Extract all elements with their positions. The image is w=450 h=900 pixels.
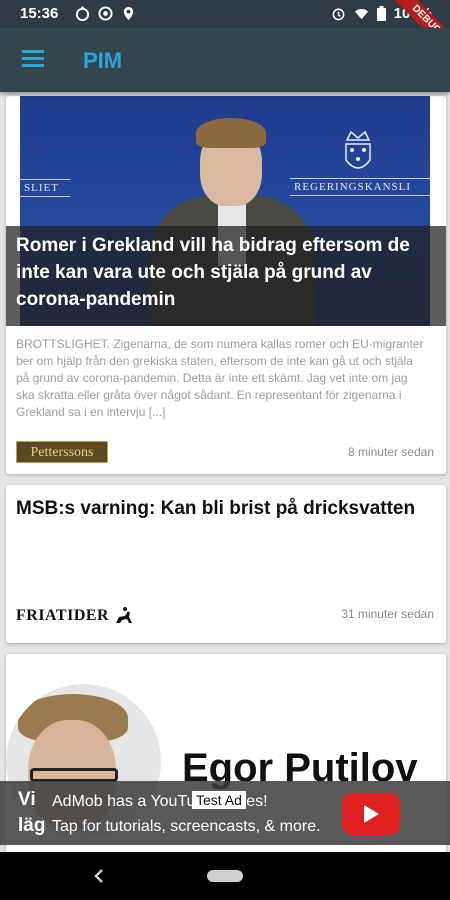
sync-icon xyxy=(98,6,113,21)
home-pill-icon[interactable] xyxy=(207,870,243,882)
article-excerpt: BROTTSLIGHET. Zigenarna, de som numera k… xyxy=(16,337,424,419)
status-icons-left xyxy=(75,6,136,21)
backdrop-text-right: REGERINGSKANSLI xyxy=(290,178,430,196)
status-bar: 15:36 100% DEBUG xyxy=(0,0,450,62)
back-chevron-icon[interactable] xyxy=(92,866,106,886)
status-time: 15:36 xyxy=(20,5,59,22)
alarm-icon xyxy=(332,8,345,21)
wifi-icon xyxy=(354,8,368,20)
news-feed[interactable]: SLIET REGERINGSKANSLI Romer i Grekland v… xyxy=(0,92,450,852)
youtube-play-icon xyxy=(364,805,379,823)
article-title[interactable]: MSB:s varning: Kan bli brist på dricksva… xyxy=(16,495,426,522)
backdrop-text-left: SLIET xyxy=(20,179,70,197)
article-title-peek: Vi läg xyxy=(18,789,46,836)
source-logo-text: FRIATIDER xyxy=(16,607,110,624)
article-title[interactable]: Romer i Grekland vill ha bidrag eftersom… xyxy=(6,226,446,326)
author-glasses xyxy=(30,768,118,782)
system-nav-bar xyxy=(0,852,450,900)
person-hair xyxy=(196,118,266,148)
hamburger-menu-icon[interactable] xyxy=(22,50,44,68)
battery-icon xyxy=(376,6,386,21)
source-logo-petterssons: Petterssons xyxy=(16,441,108,463)
youtube-play-button[interactable] xyxy=(342,793,400,835)
location-icon xyxy=(123,6,134,21)
source-logo-friatider: FRIATIDER xyxy=(16,605,135,627)
test-ad-label: Test Ad xyxy=(192,791,246,809)
article-card[interactable]: MSB:s varning: Kan bli brist på dricksva… xyxy=(6,485,446,643)
alarm-clock-icon xyxy=(75,6,90,21)
app-title: PIM xyxy=(83,48,123,73)
app-bar: PIM xyxy=(0,28,450,92)
article-timestamp: 31 minuter sedan xyxy=(341,607,434,621)
article-timestamp: 8 minuter sedan xyxy=(347,445,434,459)
ad-subtext[interactable]: Tap for tutorials, screencasts, & more. xyxy=(52,818,321,836)
ad-banner[interactable]: Vi läg AdMob has a YouTube Series! Tap f… xyxy=(0,781,450,845)
coat-of-arms-icon xyxy=(345,130,371,169)
horse-rider-icon xyxy=(116,607,133,623)
article-card[interactable]: SLIET REGERINGSKANSLI Romer i Grekland v… xyxy=(6,96,446,474)
